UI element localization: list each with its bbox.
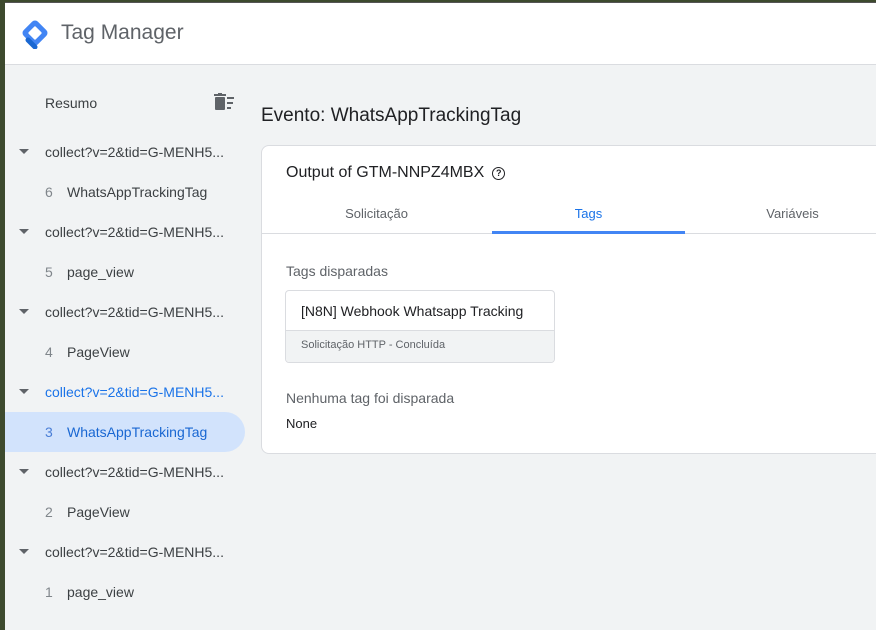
card-title: Output of GTM-NNPZ4MBX ?: [286, 164, 506, 182]
tab-tags[interactable]: Tags: [492, 196, 685, 234]
not-fired-heading: Nenhuma tag foi disparada: [286, 390, 455, 406]
event-group[interactable]: collect?v=2&tid=G-MENH5...: [5, 132, 245, 172]
event-number: 1: [45, 584, 53, 600]
event-number: 4: [45, 344, 53, 360]
event-number: 6: [45, 184, 53, 200]
expand-arrow-icon[interactable]: [19, 389, 29, 394]
tag-assistant-window: Tag Manager Resumo collect?v=2&tid=G-MEN…: [5, 2, 876, 630]
event-group[interactable]: collect?v=2&tid=G-MENH5...: [5, 372, 245, 412]
event-name: WhatsAppTrackingTag: [67, 424, 208, 440]
event-name: page_view: [67, 584, 134, 600]
event-group-label: collect?v=2&tid=G-MENH5...: [45, 384, 224, 400]
output-card: Output of GTM-NNPZ4MBX ? Solicitação Tag…: [261, 145, 876, 454]
event-group-label: collect?v=2&tid=G-MENH5...: [45, 544, 224, 560]
sidebar: Resumo collect?v=2&tid=G-MENH5... 6 What…: [5, 65, 245, 630]
expand-arrow-icon[interactable]: [19, 149, 29, 154]
event-name: PageView: [67, 344, 130, 360]
app-title: Tag Manager: [61, 21, 184, 44]
app-header: Tag Manager: [5, 3, 876, 65]
event-group[interactable]: collect?v=2&tid=G-MENH5...: [5, 292, 245, 332]
card-title-text: Output of GTM-NNPZ4MBX: [286, 164, 485, 181]
event-number: 2: [45, 504, 53, 520]
event-item[interactable]: 1 page_view: [5, 572, 245, 612]
event-item[interactable]: 6 WhatsAppTrackingTag: [5, 172, 245, 212]
event-title: Evento: WhatsAppTrackingTag: [261, 105, 522, 126]
not-fired-value: None: [286, 416, 318, 431]
event-number: 3: [45, 424, 53, 440]
event-group-label: collect?v=2&tid=G-MENH5...: [45, 224, 224, 240]
event-number: 5: [45, 264, 53, 280]
fired-tag-status: Solicitação HTTP - Concluída: [286, 331, 554, 362]
tab-solicitacao[interactable]: Solicitação: [280, 196, 473, 234]
fired-tag-name: [N8N] Webhook Whatsapp Tracking: [286, 291, 554, 331]
help-icon[interactable]: ?: [492, 166, 506, 180]
event-item[interactable]: 2 PageView: [5, 492, 245, 532]
event-group[interactable]: collect?v=2&tid=G-MENH5...: [5, 212, 245, 252]
expand-arrow-icon[interactable]: [19, 229, 29, 234]
event-item[interactable]: 3 WhatsAppTrackingTag: [5, 412, 245, 452]
expand-arrow-icon[interactable]: [19, 549, 29, 554]
tag-manager-logo-icon: [22, 20, 48, 49]
event-group-label: collect?v=2&tid=G-MENH5...: [45, 144, 224, 160]
expand-arrow-icon[interactable]: [19, 309, 29, 314]
event-item[interactable]: 4 PageView: [5, 332, 245, 372]
event-name: WhatsAppTrackingTag: [67, 184, 208, 200]
expand-arrow-icon[interactable]: [19, 469, 29, 474]
event-item[interactable]: 5 page_view: [5, 252, 245, 292]
event-group[interactable]: collect?v=2&tid=G-MENH5...: [5, 452, 245, 492]
tab-variaveis[interactable]: Variáveis: [696, 196, 876, 234]
event-group-label: collect?v=2&tid=G-MENH5...: [45, 464, 224, 480]
event-group-label: collect?v=2&tid=G-MENH5...: [45, 304, 224, 320]
tab-bar: Solicitação Tags Variáveis: [262, 196, 876, 234]
clear-trash-icon[interactable]: [213, 93, 235, 111]
summary-link[interactable]: Resumo: [45, 95, 97, 111]
fired-tags-heading: Tags disparadas: [286, 263, 388, 279]
event-name: PageView: [67, 504, 130, 520]
event-name: page_view: [67, 264, 134, 280]
event-group[interactable]: collect?v=2&tid=G-MENH5...: [5, 532, 245, 572]
fired-tag-card[interactable]: [N8N] Webhook Whatsapp Tracking Solicita…: [285, 290, 555, 363]
